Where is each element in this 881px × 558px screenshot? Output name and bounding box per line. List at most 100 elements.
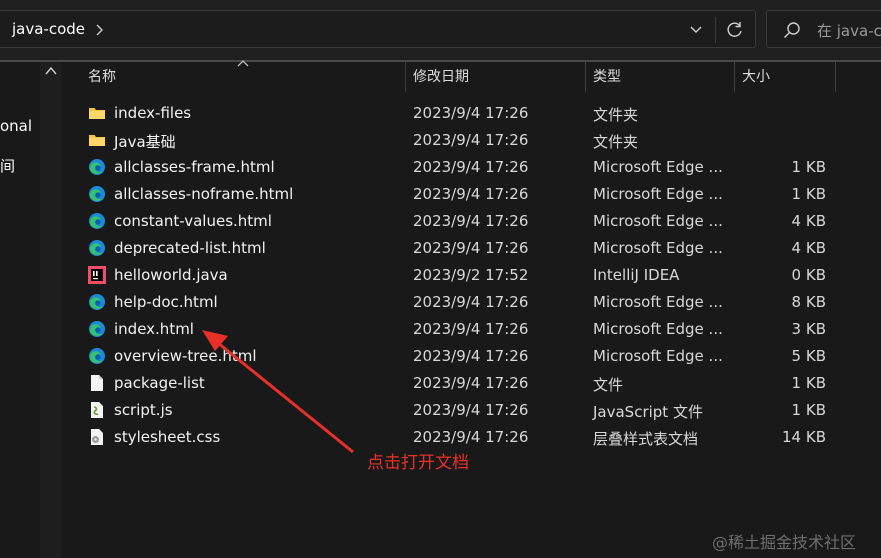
title-toolbar: java-code 在 java-co — [0, 0, 881, 62]
file-row[interactable]: package-list 2023/9/4 17:26 文件 1 KB — [64, 370, 881, 397]
file-size: 0 KB — [791, 266, 826, 284]
file-size: 4 KB — [791, 212, 826, 230]
file-date: 2023/9/4 17:26 — [413, 293, 529, 311]
breadcrumb-java-code[interactable]: java-code — [12, 20, 85, 38]
file-name[interactable]: index.html — [114, 320, 194, 338]
column-separator[interactable] — [835, 62, 836, 92]
file-type: Microsoft Edge ... — [593, 347, 723, 365]
file-list: 名称 修改日期 类型 大小 index-files 2023/9/4 17:26 文… — [64, 60, 881, 558]
edge-icon — [88, 320, 106, 338]
column-header-date[interactable]: 修改日期 — [413, 66, 469, 86]
chevron-right-icon[interactable] — [93, 23, 105, 37]
file-date: 2023/9/4 17:26 — [413, 428, 529, 446]
file-row[interactable]: script.js 2023/9/4 17:26 JavaScript 文件 1 KB — [64, 397, 881, 424]
annotation-label: 点击打开文档 — [367, 453, 469, 473]
file-type: 层叠样式表文档 — [593, 430, 699, 448]
file-type: JavaScript 文件 — [593, 403, 703, 421]
file-type: IntelliJ IDEA — [593, 266, 680, 284]
file-name[interactable]: allclasses-frame.html — [114, 158, 275, 176]
nav-item-label[interactable]: onal — [0, 117, 32, 135]
folder-icon — [88, 131, 106, 149]
address-bar[interactable]: java-code — [0, 10, 756, 48]
file-size: 1 KB — [791, 401, 826, 419]
chevron-down-icon[interactable] — [689, 24, 703, 36]
file-type: Microsoft Edge ... — [593, 320, 723, 338]
edge-icon — [88, 239, 106, 257]
file-name[interactable]: deprecated-list.html — [114, 239, 266, 257]
file-date: 2023/9/4 17:26 — [413, 239, 529, 257]
js-file-icon — [88, 401, 106, 419]
column-header-type[interactable]: 类型 — [593, 66, 621, 86]
file-date: 2023/9/4 17:26 — [413, 158, 529, 176]
nav-scrollbar[interactable] — [40, 62, 62, 558]
file-type: 文件夹 — [593, 106, 639, 124]
file-date: 2023/9/4 17:26 — [413, 347, 529, 365]
file-date: 2023/9/4 17:26 — [413, 212, 529, 230]
column-separator[interactable] — [405, 62, 406, 92]
file-date: 2023/9/4 17:26 — [413, 320, 529, 338]
file-type: 文件夹 — [593, 133, 639, 151]
refresh-icon[interactable] — [726, 21, 744, 39]
file-row[interactable]: help-doc.html 2023/9/4 17:26 Microsoft Edg… — [64, 289, 881, 316]
file-size: 8 KB — [791, 293, 826, 311]
file-date: 2023/9/4 17:26 — [413, 401, 529, 419]
file-name[interactable]: help-doc.html — [114, 293, 218, 311]
search-input[interactable]: 在 java-co — [817, 20, 881, 41]
file-name[interactable]: stylesheet.css — [114, 428, 220, 446]
scroll-up-icon[interactable] — [45, 66, 57, 76]
file-type: Microsoft Edge ... — [593, 293, 723, 311]
file-name[interactable]: helloworld.java — [114, 266, 228, 284]
file-type: Microsoft Edge ... — [593, 212, 723, 230]
file-type: Microsoft Edge ... — [593, 239, 723, 257]
file-size: 1 KB — [791, 374, 826, 392]
file-size: 5 KB — [791, 347, 826, 365]
column-separator[interactable] — [734, 62, 735, 92]
file-date: 2023/9/4 17:26 — [413, 185, 529, 203]
address-separator — [715, 17, 716, 43]
file-row[interactable]: Java基础 2023/9/4 17:26 文件夹 — [64, 127, 881, 154]
file-row[interactable]: deprecated-list.html 2023/9/4 17:26 Micros… — [64, 235, 881, 262]
edge-icon — [88, 185, 106, 203]
column-separator[interactable] — [585, 62, 586, 92]
file-date: 2023/9/4 17:26 — [413, 374, 529, 392]
file-row[interactable]: index-files 2023/9/4 17:26 文件夹 — [64, 100, 881, 127]
column-header-name[interactable]: 名称 — [88, 66, 116, 86]
file-name[interactable]: constant-values.html — [114, 212, 272, 230]
intellij-icon — [88, 266, 106, 284]
file-size: 1 KB — [791, 185, 826, 203]
nav-item-label[interactable]: 间 — [0, 155, 15, 176]
file-row[interactable]: allclasses-frame.html 2023/9/4 17:26 Micro… — [64, 154, 881, 181]
file-name[interactable]: allclasses-noframe.html — [114, 185, 293, 203]
file-size: 4 KB — [791, 239, 826, 257]
watermark: @稀土掘金技术社区 — [712, 533, 857, 552]
css-file-icon — [88, 428, 106, 446]
file-name[interactable]: Java基础 — [114, 131, 176, 152]
file-size: 3 KB — [791, 320, 826, 338]
file-date: 2023/9/4 17:26 — [413, 131, 529, 149]
search-box[interactable]: 在 java-co — [766, 10, 881, 48]
column-header-size[interactable]: 大小 — [742, 66, 770, 86]
edge-icon — [88, 212, 106, 230]
file-row[interactable]: helloworld.java 2023/9/2 17:52 IntelliJ ID… — [64, 262, 881, 289]
file-name[interactable]: index-files — [114, 104, 191, 122]
search-icon — [784, 22, 800, 38]
file-size: 1 KB — [791, 158, 826, 176]
edge-icon — [88, 347, 106, 365]
file-row[interactable]: allclasses-noframe.html 2023/9/4 17:26 Mic… — [64, 181, 881, 208]
file-icon — [88, 374, 106, 392]
file-row[interactable]: overview-tree.html 2023/9/4 17:26 Microsof… — [64, 343, 881, 370]
file-name[interactable]: package-list — [114, 374, 205, 392]
file-name[interactable]: overview-tree.html — [114, 347, 257, 365]
file-name[interactable]: script.js — [114, 401, 173, 419]
file-row[interactable]: index.html 2023/9/4 17:26 Microsoft Edge .… — [64, 316, 881, 343]
file-row[interactable]: constant-values.html 2023/9/4 17:26 Micros… — [64, 208, 881, 235]
file-type: 文件 — [593, 376, 624, 394]
file-size: 14 KB — [782, 428, 826, 446]
file-date: 2023/9/2 17:52 — [413, 266, 529, 284]
edge-icon — [88, 293, 106, 311]
file-type: Microsoft Edge ... — [593, 185, 723, 203]
sort-ascending-icon — [237, 60, 249, 67]
column-header-row: 名称 修改日期 类型 大小 — [64, 60, 881, 92]
file-row[interactable]: stylesheet.css 2023/9/4 17:26 层叠样式表文档 14 KB — [64, 424, 881, 451]
file-date: 2023/9/4 17:26 — [413, 104, 529, 122]
